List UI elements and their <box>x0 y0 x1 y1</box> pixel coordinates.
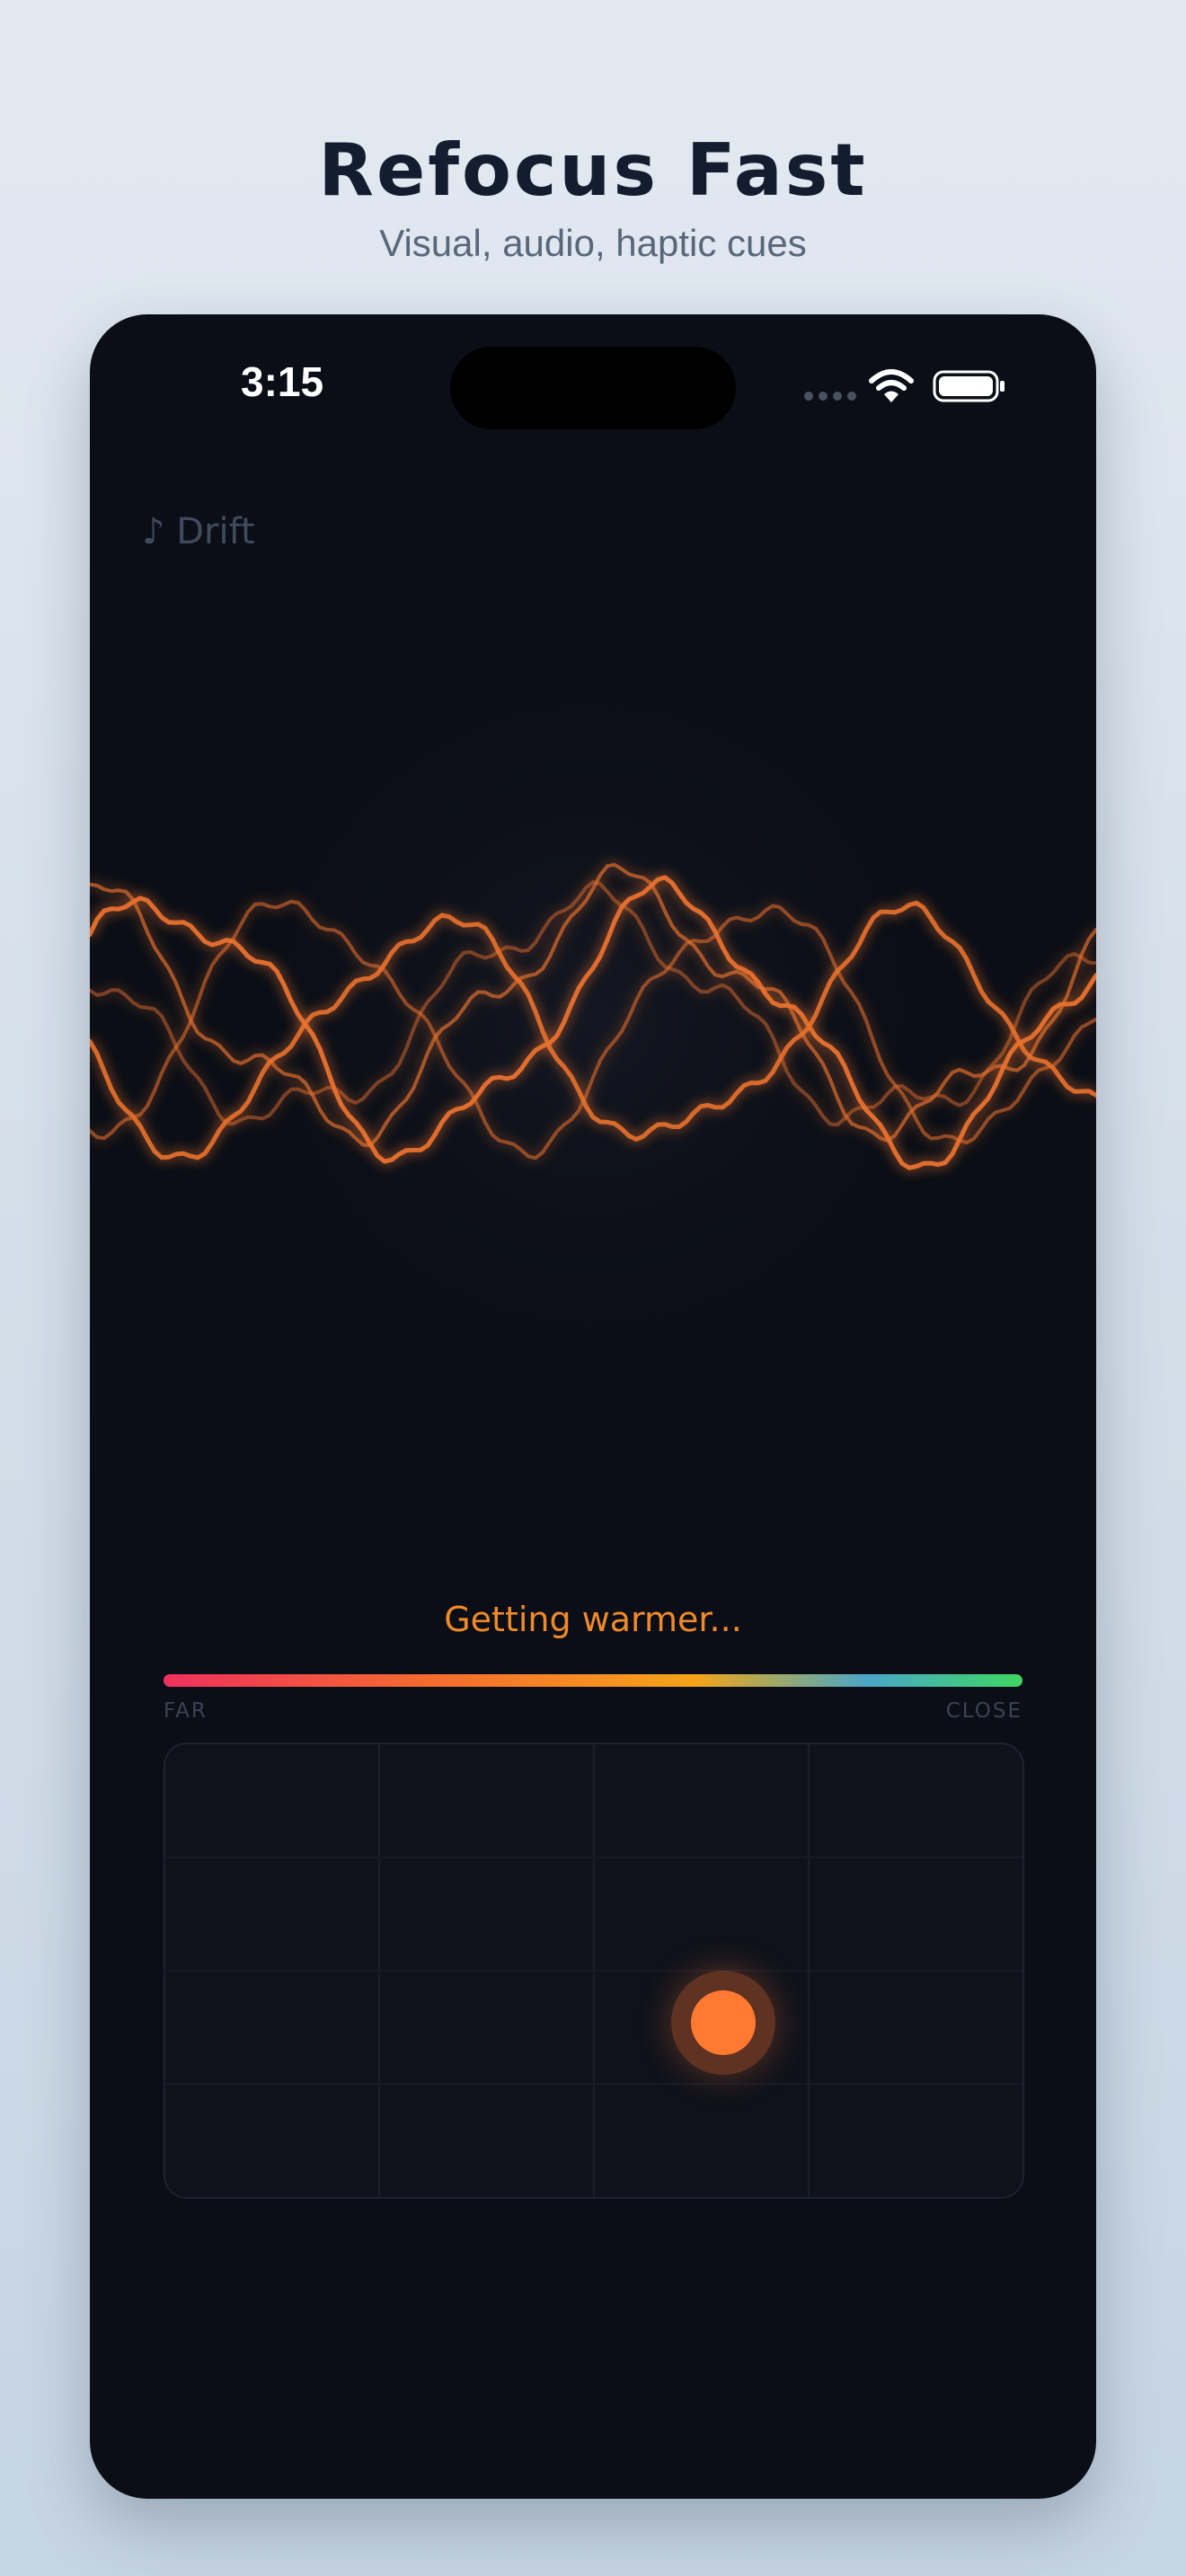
wave-visualization <box>90 593 1096 1437</box>
page-subtitle: Visual, audio, haptic cues <box>379 222 807 264</box>
meter-close-label: CLOSE <box>945 1699 1022 1723</box>
page-title: Refocus Fast <box>318 128 868 212</box>
target-knob[interactable] <box>691 1990 756 2055</box>
phone-screen: 3:15 ♪ Drift Getting warmer... FAR CLOSE <box>90 314 1096 2499</box>
pad-grid <box>165 1744 1022 2197</box>
touch-pad[interactable] <box>164 1742 1024 2199</box>
proximity-meter <box>164 1674 1022 1687</box>
proximity-message: Getting warmer... <box>444 1600 742 1639</box>
meter-far-label: FAR <box>164 1699 208 1723</box>
